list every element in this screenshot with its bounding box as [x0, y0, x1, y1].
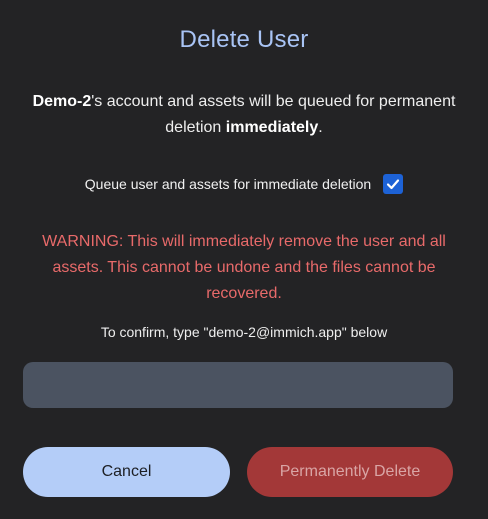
- dialog-title: Delete User: [179, 26, 309, 53]
- username: Demo-2: [32, 93, 92, 110]
- queue-deletion-label: Queue user and assets for immediate dele…: [84, 176, 372, 192]
- cancel-button[interactable]: Cancel: [23, 447, 230, 497]
- delete-user-dialog: Delete User Demo-2's account and assets …: [0, 0, 488, 519]
- dialog-description: Demo-2's account and assets will be queu…: [30, 89, 458, 141]
- check-icon: [387, 179, 400, 190]
- queue-deletion-checkbox[interactable]: [383, 174, 404, 194]
- permanently-delete-button[interactable]: Permanently Delete: [247, 447, 453, 497]
- confirm-prompt: To confirm, type "demo-2@immich.app" bel…: [100, 324, 388, 340]
- confirm-email-input[interactable]: [23, 362, 453, 408]
- description-emphasis: immediately: [225, 119, 319, 136]
- warning-text: WARNING: This will immediately remove th…: [42, 233, 446, 302]
- queue-deletion-row: Queue user and assets for immediate dele…: [0, 174, 488, 194]
- description-period: .: [318, 119, 323, 136]
